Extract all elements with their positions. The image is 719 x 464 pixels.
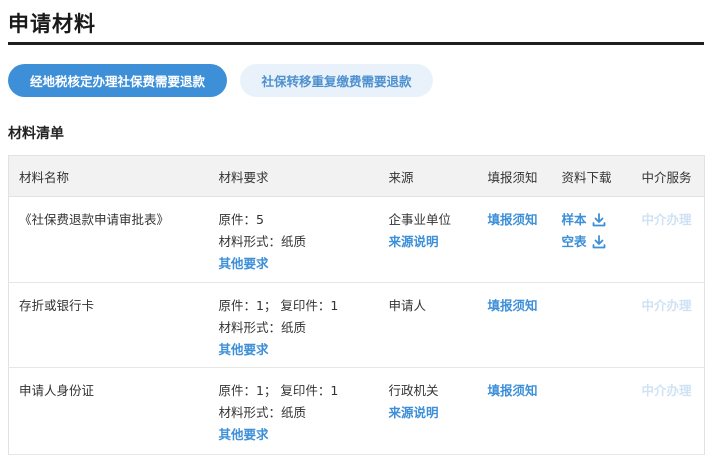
source-value: 申请人	[388, 298, 427, 313]
requirement-copies: 原件：5	[218, 212, 264, 227]
page-title: 申请材料	[8, 12, 96, 36]
table-header-row: 材料名称 材料要求 来源 填报须知 资料下载 中介服务	[8, 155, 705, 197]
table-row: 《社保费退款申请审批表》 原件：5 材料形式：纸质 其他要求 企事业单位 来源说…	[8, 196, 705, 283]
situation-tabs: 经地税核定办理社保费需要退款 社保转移重复缴费需要退款	[8, 64, 433, 97]
tab-local-tax-refund[interactable]: 经地税核定办理社保费需要退款	[8, 64, 227, 97]
filling-notice-cell: 填报须知	[477, 196, 552, 283]
material-source: 企事业单位 来源说明	[378, 196, 478, 283]
filling-notice-link[interactable]: 填报须知	[488, 212, 538, 227]
requirement-copies: 原件：1； 复印件：1	[218, 383, 339, 398]
other-requirements-link[interactable]: 其他要求	[219, 339, 379, 361]
download-cell	[551, 282, 632, 368]
agency-cell: 中介办理	[631, 196, 705, 283]
filling-notice-link[interactable]: 填报须知	[488, 383, 538, 398]
requirement-form: 材料形式：纸质	[218, 320, 307, 335]
requirement-form: 材料形式：纸质	[218, 405, 307, 420]
material-requirement: 原件：1； 复印件：1 材料形式：纸质 其他要求	[208, 367, 379, 455]
table-row: 申请人身份证 原件：1； 复印件：1 材料形式：纸质 其他要求 行政机关 来源说…	[8, 367, 705, 455]
download-sample-label: 样本	[561, 212, 587, 227]
agency-service-link[interactable]: 中介办理	[642, 298, 692, 313]
agency-cell: 中介办理	[631, 367, 705, 455]
material-name: 申请人身份证	[8, 367, 209, 455]
download-icon	[592, 235, 605, 249]
download-blank-link[interactable]: 空表	[562, 231, 632, 253]
source-value: 行政机关	[388, 383, 439, 398]
filling-notice-cell: 填报须知	[477, 367, 552, 455]
material-name: 《社保费退款申请审批表》	[8, 196, 209, 283]
download-icon	[592, 213, 605, 227]
header-filling-notice: 填报须知	[477, 155, 552, 197]
download-cell: 样本 空表	[551, 196, 632, 283]
tab-transfer-duplicate-refund[interactable]: 社保转移重复缴费需要退款	[240, 64, 433, 97]
material-requirement: 原件：5 材料形式：纸质 其他要求	[208, 196, 379, 283]
material-source: 申请人	[378, 282, 478, 368]
header-material-name: 材料名称	[8, 155, 209, 197]
agency-service-link[interactable]: 中介办理	[642, 383, 692, 398]
agency-cell: 中介办理	[631, 282, 705, 368]
source-note-link[interactable]: 来源说明	[389, 231, 478, 253]
title-divider	[8, 42, 704, 45]
download-cell	[551, 367, 632, 455]
header-material-requirement: 材料要求	[208, 155, 379, 197]
other-requirements-link[interactable]: 其他要求	[219, 253, 379, 275]
header-download: 资料下载	[551, 155, 632, 197]
source-note-link[interactable]: 来源说明	[389, 402, 478, 424]
agency-service-link[interactable]: 中介办理	[642, 212, 692, 227]
header-source: 来源	[378, 155, 478, 197]
requirement-copies: 原件：1； 复印件：1	[218, 298, 339, 313]
filling-notice-cell: 填报须知	[477, 282, 552, 368]
download-sample-link[interactable]: 样本	[562, 209, 632, 231]
table-row: 存折或银行卡 原件：1； 复印件：1 材料形式：纸质 其他要求 申请人 填报须知…	[8, 282, 705, 368]
other-requirements-link[interactable]: 其他要求	[219, 424, 379, 446]
download-blank-label: 空表	[561, 234, 587, 249]
header-agency-service: 中介服务	[631, 155, 705, 197]
source-value: 企事业单位	[388, 212, 452, 227]
section-title: 材料清单	[8, 126, 64, 142]
material-requirement: 原件：1； 复印件：1 材料形式：纸质 其他要求	[208, 282, 379, 368]
materials-table: 材料名称 材料要求 来源 填报须知 资料下载 中介服务 《社保费退款申请审批表》…	[8, 155, 705, 455]
requirement-form: 材料形式：纸质	[218, 234, 307, 249]
material-name: 存折或银行卡	[8, 282, 209, 368]
material-source: 行政机关 来源说明	[378, 367, 478, 455]
filling-notice-link[interactable]: 填报须知	[488, 298, 538, 313]
